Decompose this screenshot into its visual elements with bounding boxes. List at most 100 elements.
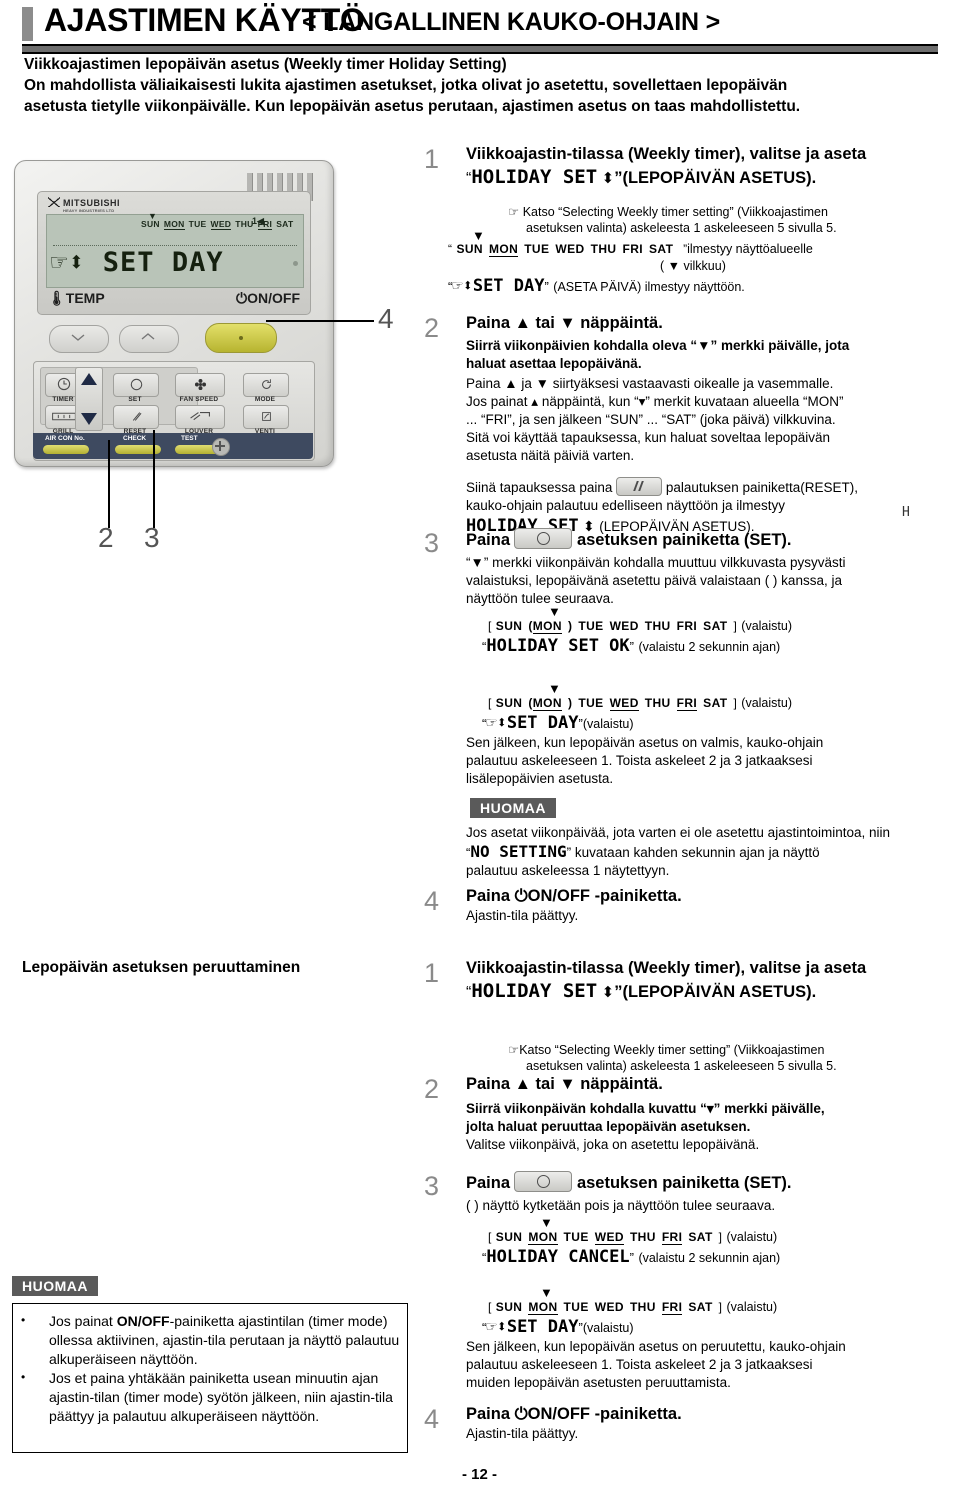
s2ex2-sun: SUN	[495, 1300, 523, 1314]
s1-step-1-lcd-text: HOLIDAY SET	[471, 166, 598, 188]
reset-button[interactable]	[113, 405, 159, 429]
day-label-tue: TUE	[524, 242, 550, 256]
header-bar-mark	[22, 7, 33, 41]
s1-ex1-days: SUN (MON) TUE WED THU FRI SAT	[496, 619, 734, 634]
s1-step-3-number: 3	[424, 528, 440, 558]
s1-step-1-reference: ☞ Katso “Selecting Weekly timer setting”…	[508, 204, 928, 236]
bottom-huomaa-list: Jos painat ON/OFF-painiketta ajastintila…	[13, 1311, 407, 1426]
s2-display-example-2-lcd: “☞⬍SET DAY”(valaistu)	[482, 1317, 634, 1337]
s1-s2-bold-2: haluat asettaa lepopäivänä.	[466, 356, 642, 371]
s2-step-3-line-1: ( ) näyttö kytketään pois ja näyttöön tu…	[466, 1198, 776, 1213]
s1-s2-bold-1: Siirrä viikonpäivien kohdalla oleva “▼” …	[466, 338, 850, 353]
set-button[interactable]	[113, 373, 159, 397]
s1-huomaa-line-1: Jos asetat viikonpäivää, jota varten ei …	[466, 825, 890, 840]
s2-ex1-days: SUN MON TUE WED THU FRI SAT	[495, 1230, 719, 1245]
s2-ex2-hand-icon: ☞⬍	[486, 1317, 507, 1337]
s2-step-1-number: 1	[424, 958, 440, 988]
service-button-bar: AIR CON No. CHECK TEST	[33, 433, 313, 459]
ex1-sat: SAT	[703, 619, 728, 633]
mode-label: MODE	[254, 396, 276, 403]
s2-step-4: 4 Paina ⏻ON/OFF -painiketta. Ajastin-til…	[424, 1404, 960, 1443]
onoff-bold: ON/OFF	[116, 1313, 170, 1329]
grill-icon	[52, 412, 76, 421]
screw-plus-icon	[212, 438, 230, 456]
mitsubishi-triangle-icon	[48, 197, 60, 207]
s1-s3-line-3: näyttöön tulee seuraava.	[466, 591, 614, 606]
s2-after-line-1: Sen jälkeen, kun lepopäivän asetus on pe…	[466, 1339, 846, 1354]
s1-ex2-days: SUN (MON) TUE WED THU FRI SAT	[495, 696, 734, 711]
s1-step-4: 4 Paina ⏻ON/OFF -painiketta. Ajastin-til…	[424, 886, 960, 925]
temp-label: 🌡TEMP	[48, 290, 105, 306]
onoff-button[interactable]	[205, 323, 277, 353]
s2-ex1-lcd-text: HOLIDAY CANCEL	[486, 1247, 630, 1267]
temp-up-button[interactable]	[119, 325, 179, 353]
bottom-huomaa-bullet-1: Jos painat ON/OFF-painiketta ajastintila…	[13, 1311, 407, 1369]
lcd-day-tue: TUE	[188, 219, 207, 229]
ex2-wed: WED	[609, 696, 639, 711]
hand-icon: ☞	[51, 247, 69, 278]
s2ex1-sun: SUN	[495, 1230, 523, 1244]
s1-ex1-marker-icon: ▼	[548, 604, 561, 619]
s1-step-3-heading-b: asetuksen painiketta (SET).	[576, 531, 792, 549]
callout-number-3: 3	[144, 522, 160, 553]
s1-step-1-updown-icon: ⬍	[601, 170, 615, 187]
temp-down-button[interactable]	[49, 325, 109, 353]
s1-step-4-heading: Paina ⏻ON/OFF -painiketta.	[466, 887, 682, 905]
lcd-number-value: 1	[252, 216, 258, 226]
s2-ref-line-1: ☞Katso “Selecting Weekly timer setting” …	[508, 1042, 928, 1058]
s1-step-3-heading-a: Paina	[466, 531, 511, 549]
s1-step-3: 3 Paina asetuksen painiketta (SET).	[424, 528, 960, 557]
s2ex2-wed: WED	[594, 1300, 624, 1314]
day-label-thu: THU	[590, 242, 617, 256]
ex2-sun: SUN	[495, 696, 523, 710]
day-label-fri: FRI	[622, 242, 644, 256]
s2-step-3: 3 Paina asetuksen painiketta (SET).	[424, 1171, 960, 1200]
mode-button[interactable]	[243, 373, 289, 397]
remote-controller-illustration: MITSUBISHI HEAVY INDUSTRIES LTD ▼ SUN MON…	[6, 150, 346, 480]
ex2-tue: TUE	[578, 696, 604, 710]
louver-button[interactable]	[175, 405, 225, 429]
s1-step-1-day-strip: Katso “Selecting Weekly timer setting” (…	[456, 242, 683, 257]
lcd-number: 1◀	[252, 216, 264, 226]
s1-after-line-3: lisälepopäivien asetusta.	[466, 771, 614, 786]
s1-reset-row-2: kauko-ohjain palautuu edelliseen näyttöö…	[466, 498, 785, 513]
s2-step-1: 1 Viikkoajastin-tilassa (Weekly timer), …	[424, 958, 960, 1003]
fan-speed-button[interactable]	[175, 373, 225, 397]
header-divider	[22, 44, 938, 54]
s2ex1-thu: THU	[629, 1230, 656, 1244]
s2-step-2: 2 Paina ▲ tai ▼ näppäintä.	[424, 1074, 960, 1103]
air-con-no-button[interactable]	[43, 445, 89, 454]
s2ex1-sat: SAT	[688, 1230, 713, 1244]
page-header: AJASTIMEN KÄYTTÖ < LANGALLINEN KAUKO-OHJ…	[22, 2, 938, 48]
s2-ex2-days: SUN MON TUE WED THU FRI SAT	[495, 1300, 719, 1315]
section2-title: Lepopäivän asetuksen peruuttaminen	[22, 959, 301, 976]
s2-ex1-bracket-close: ]	[718, 1230, 723, 1244]
set-button-inline-icon[interactable]	[514, 528, 573, 549]
reset-button-inline-icon[interactable]	[616, 477, 663, 496]
venti-button[interactable]	[243, 405, 289, 429]
s2-step-1-lcd-text: HOLIDAY SET	[471, 980, 598, 1002]
intro-block: Viikkoajastimen lepopäivän asetus (Weekl…	[24, 54, 924, 117]
s2ex1-fri: FRI	[661, 1230, 683, 1245]
s1-step-1-day-marker-icon: ▼	[472, 228, 485, 243]
s2-ex2-marker-icon: ▼	[540, 1285, 553, 1300]
up-down-rocker[interactable]	[75, 367, 103, 431]
remote-body: MITSUBISHI HEAVY INDUSTRIES LTD ▼ SUN MON…	[14, 160, 334, 467]
header-subtitle: < LANGALLINEN KAUKO-OHJAIN >	[302, 8, 721, 36]
s1-ex1-bracket-open: [	[488, 619, 492, 633]
callout-leader-4	[266, 320, 374, 322]
s1-step-4-line-1: Ajastin-tila päättyy.	[466, 908, 579, 923]
venti-icon	[262, 412, 271, 421]
ex2-fri: FRI	[676, 696, 698, 711]
s1-ex2-suffix: (valaistu)	[741, 696, 792, 710]
s1-ex1-lcd-suffix: (valaistu 2 sekunnin ajan)	[638, 640, 781, 654]
set-label: SET	[128, 396, 142, 403]
s1-display-example-2-lcd: “☞⬍SET DAY”(valaistu)	[482, 713, 634, 733]
set-button-inline-icon-2[interactable]	[514, 1171, 573, 1192]
check-label: CHECK	[123, 435, 147, 442]
s2-s2-line-1: Valitse viikonpäivä, joka on asetettu le…	[466, 1137, 760, 1152]
s1-huomaa-line-2-row: “NO SETTING” kuvataan kahden sekunnin aj…	[466, 842, 926, 862]
s1-step-3-body: “▼” merkki viikonpäivän kohdalla muuttuu…	[466, 554, 916, 608]
air-con-no-label: AIR CON No.	[45, 435, 85, 442]
s1-setday-hand-icon: ☞⬍	[452, 276, 473, 296]
